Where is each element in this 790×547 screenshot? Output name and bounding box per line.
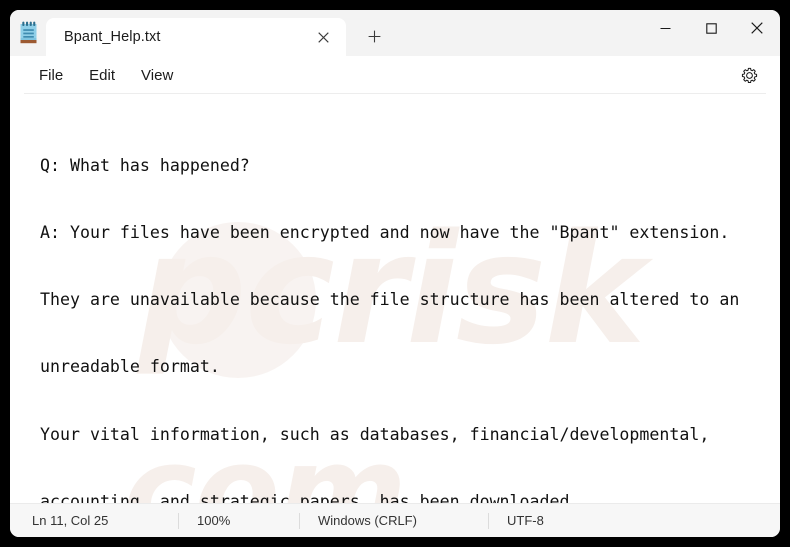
tab-bpant-help[interactable]: Bpant_Help.txt [46,18,346,56]
tab-title: Bpant_Help.txt [64,29,161,45]
menu-item-view[interactable]: View [128,62,186,89]
plus-icon[interactable] [357,19,391,53]
close-icon[interactable] [734,10,780,46]
close-icon[interactable] [308,22,338,52]
editor-line: Your vital information, such as database… [40,424,710,444]
editor-line: A: Your files have been encrypted and no… [40,223,730,243]
status-cursor-position[interactable]: Ln 11, Col 25 [10,512,179,529]
screen: Bpant_Help.txt File Edit View pcrisk .co… [0,0,790,547]
editor-line: unreadable format. [40,357,220,377]
maximize-icon[interactable] [688,10,734,46]
menu-bar: File Edit View [10,56,780,94]
status-bar: Ln 11, Col 25 100% Windows (CRLF) UTF-8 [10,503,780,537]
editor-line: accounting, and strategic papers, has be… [40,491,580,503]
window-controls [642,10,780,46]
editor-line: Q: What has happened? [40,155,250,175]
editor-line: They are unavailable because the file st… [40,290,740,310]
gear-icon[interactable] [732,60,766,90]
status-encoding[interactable]: UTF-8 [489,513,562,529]
status-zoom-level[interactable]: 100% [179,512,300,529]
menu-item-file[interactable]: File [26,62,76,89]
minimize-icon[interactable] [642,10,688,46]
notepad-icon [10,10,46,56]
notepad-window: Bpant_Help.txt File Edit View pcrisk .co… [10,10,780,537]
title-bar[interactable]: Bpant_Help.txt [10,10,780,56]
menu-item-edit[interactable]: Edit [76,62,128,89]
text-content[interactable]: Q: What has happened? A: Your files have… [10,94,780,503]
status-line-ending[interactable]: Windows (CRLF) [300,512,489,529]
editor-area[interactable]: pcrisk .com Q: What has happened? A: You… [10,94,780,503]
